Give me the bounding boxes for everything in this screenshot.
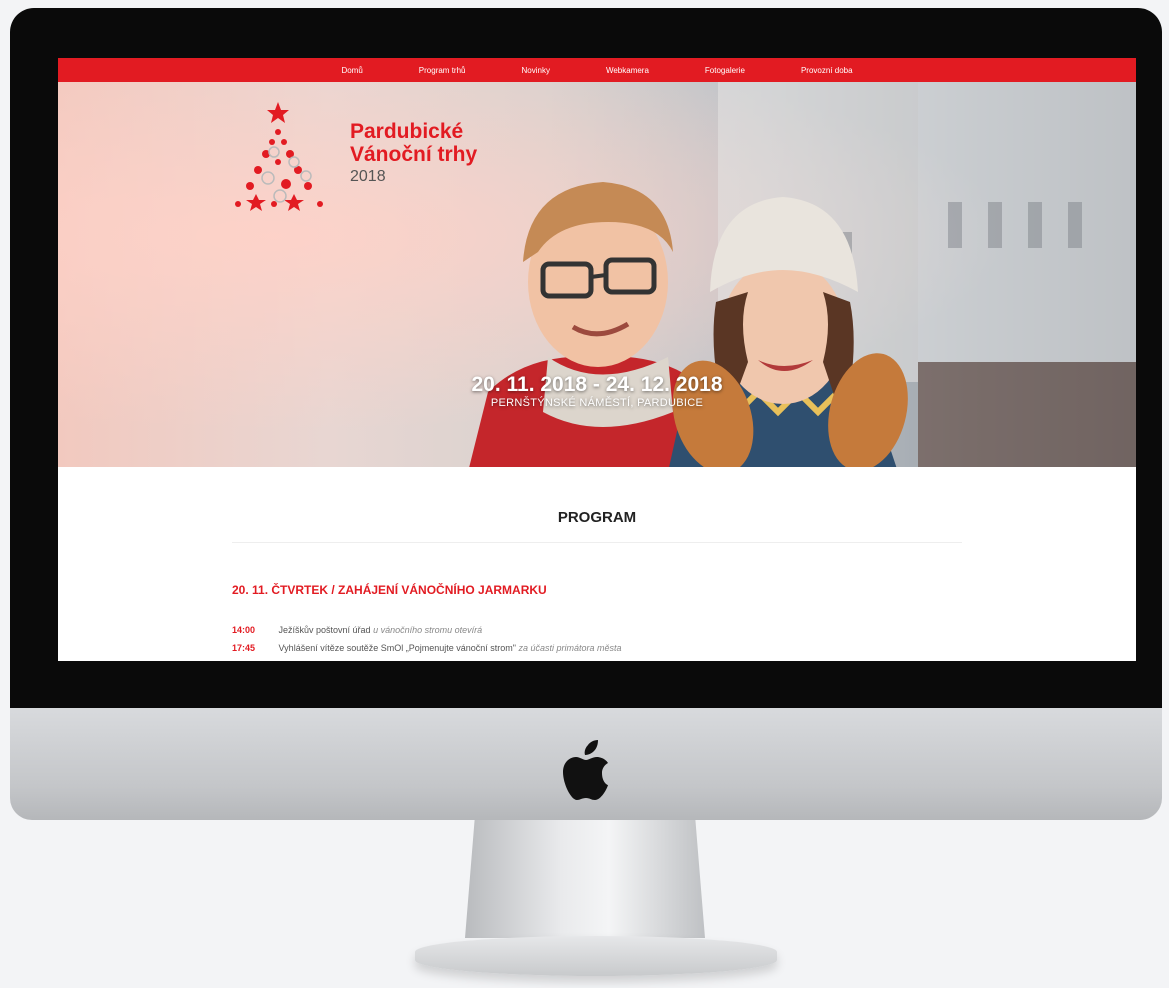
event-note: u vánočního stromu otevírá [373,625,483,635]
main-nav: Domů Program trhů Novinky Webkamera Foto… [58,58,1136,82]
event-row: 14:00 Ježíškův poštovní úřad u vánočního… [232,625,962,635]
hero-banner: Pardubické Vánoční trhy 2018 20. 11. 201… [58,82,1136,467]
imac-chin [10,708,1162,820]
program-section: PROGRAM 20. 11. ČTVRTEK / ZAHÁJENÍ VÁNOČ… [58,509,1136,653]
christmas-tree-logo-icon [235,102,323,211]
building-window [1028,202,1042,248]
event-row: 17:45 Vyhlášení vítěze soutěže SmOl „Poj… [232,643,962,653]
nav-item-fotogalerie[interactable]: Fotogalerie [677,66,773,75]
program-heading: PROGRAM [232,509,962,543]
screen: Domů Program trhů Novinky Webkamera Foto… [58,58,1136,661]
event-text: Ježíškův poštovní úřad [278,625,371,635]
building-window [1068,202,1082,248]
event-note: za účasti primátora města [518,643,622,653]
title-year: 2018 [350,168,386,185]
imac-stand-neck [465,820,705,938]
event-time: 14:00 [232,625,256,635]
title-line-1: Pardubické [350,120,464,143]
apple-logo-icon [563,740,608,800]
nav-item-program[interactable]: Program trhů [391,66,494,75]
imac-stand-foot [415,936,777,976]
nav-item-webkamera[interactable]: Webkamera [578,66,677,75]
event-text: Vyhlášení vítěze soutěže SmOl „Pojmenujt… [278,643,516,653]
building-window [948,202,962,248]
title-line-2: Vánoční trhy [350,143,478,166]
event-location: PERNŠTÝNSKÉ NÁMĚSTÍ, PARDUBICE [490,397,704,409]
nav-item-novinky[interactable]: Novinky [493,66,577,75]
building-window [988,202,1002,248]
event-date-block: 20. 11. 2018 - 24. 12. 2018 PERNŠTÝNSKÉ … [58,373,1136,409]
woman-photo [669,197,908,467]
event-dates: 20. 11. 2018 - 24. 12. 2018 [471,373,723,396]
site-title: Pardubické Vánoční trhy 2018 [350,120,477,186]
nav-item-provozni-doba[interactable]: Provozní doba [773,66,881,75]
nav-item-domu[interactable]: Domů [313,66,390,75]
event-time: 17:45 [232,643,256,653]
day-heading: 20. 11. ČTVRTEK / ZAHÁJENÍ VÁNOČNÍHO JAR… [232,583,547,597]
